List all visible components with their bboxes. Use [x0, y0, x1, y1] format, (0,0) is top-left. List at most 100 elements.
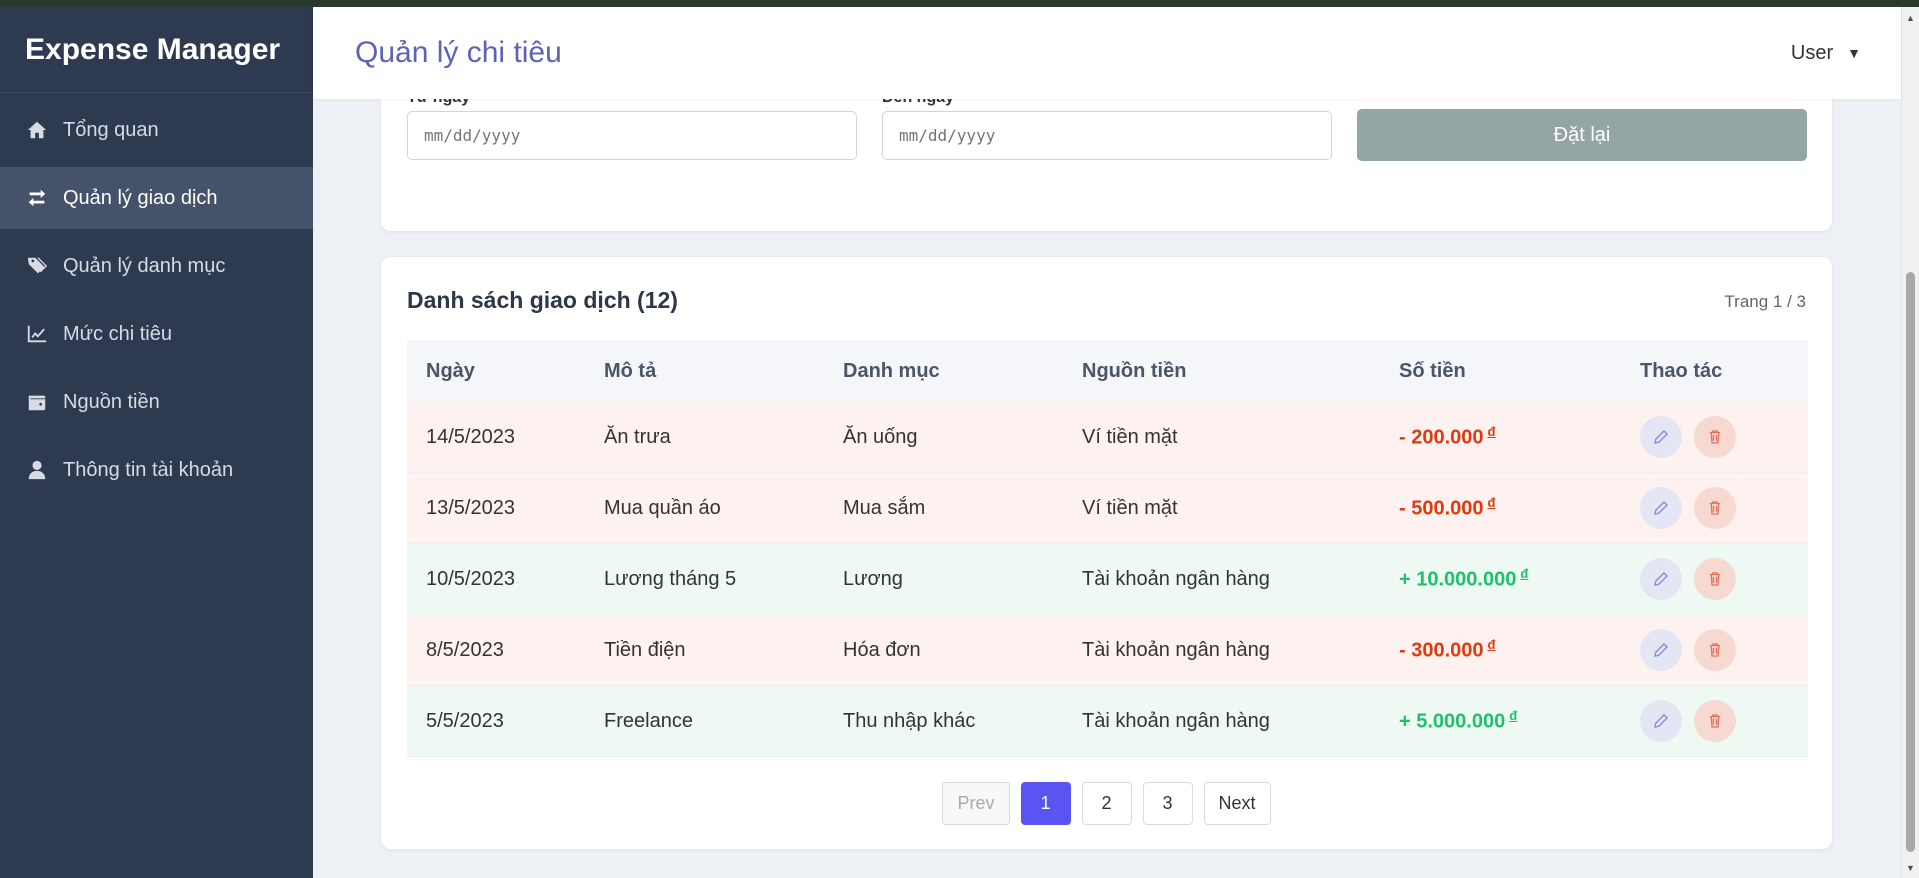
delete-button[interactable] [1694, 629, 1736, 671]
sidebar-item-label: Quản lý danh mục [63, 254, 226, 277]
column-header-category: Danh mục [843, 359, 940, 382]
currency-symbol: đ [1520, 566, 1529, 582]
transactions-table: Ngày Mô tả Danh mục Nguồn tiền Số tiền T… [407, 340, 1808, 757]
to-date-label: Đến ngày [882, 99, 954, 107]
trash-icon [1709, 501, 1721, 515]
transactions-title: Danh sách giao dịch (12) [407, 287, 678, 313]
table-row: 14/5/2023 Ăn trưa Ăn uống Ví tiền mặt - … [407, 402, 1808, 473]
edit-button[interactable] [1640, 487, 1682, 529]
trash-icon [1709, 572, 1721, 586]
page-button-3[interactable]: 3 [1142, 782, 1193, 825]
table-body: 14/5/2023 Ăn trưa Ăn uống Ví tiền mặt - … [407, 402, 1808, 757]
chart-line-icon [25, 322, 49, 346]
amount-value: + 10.000.000 [1399, 568, 1517, 591]
prev-page-button[interactable]: Prev [942, 782, 1010, 825]
table-row: 13/5/2023 Mua quần áo Mua sắm Ví tiền mặ… [407, 473, 1808, 544]
sidebar-item-account-info[interactable]: Thông tin tài khoản [0, 439, 313, 501]
cell-source: Tài khoản ngân hàng [1082, 567, 1270, 590]
sidebar-item-categories[interactable]: Quản lý danh mục [0, 235, 313, 297]
edit-button[interactable] [1640, 629, 1682, 671]
page-title: Quản lý chi tiêu [355, 36, 562, 69]
next-page-button[interactable]: Next [1203, 782, 1271, 825]
sidebar-item-money-sources[interactable]: Nguồn tiền [0, 371, 313, 433]
cell-actions [1621, 629, 1808, 671]
page-button-1[interactable]: 1 [1020, 782, 1071, 825]
sidebar-item-label: Nguồn tiền [63, 390, 160, 413]
window-top-strip [0, 0, 1919, 7]
edit-button[interactable] [1640, 700, 1682, 742]
sidebar-item-label: Thông tin tài khoản [63, 458, 234, 481]
cell-actions [1621, 416, 1808, 458]
sidebar: Expense Manager Tổng quan Quản lý giao d… [0, 7, 313, 878]
trash-icon [1709, 714, 1721, 728]
edit-button[interactable] [1640, 558, 1682, 600]
table-row: 5/5/2023 Freelance Thu nhập khác Tài kho… [407, 686, 1808, 757]
cell-amount: - 300.000 đ [1380, 637, 1621, 663]
cell-description: Tiền điện [604, 638, 686, 661]
cell-category: Lương [843, 567, 903, 590]
table-header: Ngày Mô tả Danh mục Nguồn tiền Số tiền T… [407, 340, 1808, 402]
cell-category: Thu nhập khác [843, 709, 976, 732]
cell-description: Mua quần áo [604, 496, 721, 519]
cell-source: Ví tiền mặt [1082, 425, 1178, 448]
currency-symbol: đ [1487, 495, 1496, 511]
page-scrollbar[interactable]: ▲ ▼ [1901, 7, 1919, 878]
transactions-card: Danh sách giao dịch (12) Trang 1 / 3 Ngà… [381, 257, 1832, 849]
sidebar-item-label: Quản lý giao dịch [63, 186, 218, 209]
cell-source: Tài khoản ngân hàng [1082, 638, 1270, 661]
column-header-amount: Số tiền [1399, 359, 1466, 382]
to-date-input[interactable] [882, 111, 1332, 160]
sidebar-item-spending-limits[interactable]: Mức chi tiêu [0, 303, 313, 365]
trash-icon [1709, 430, 1721, 444]
cell-actions [1621, 558, 1808, 600]
cell-date: 14/5/2023 [426, 425, 515, 448]
column-header-source: Nguồn tiền [1082, 359, 1187, 382]
home-icon [25, 118, 49, 142]
page-indicator: Trang 1 / 3 [1724, 292, 1806, 311]
scrollbar-thumb[interactable] [1906, 272, 1915, 852]
pagination: Prev 1 2 3 Next [381, 782, 1832, 825]
swap-icon [25, 186, 49, 210]
table-row: 10/5/2023 Lương tháng 5 Lương Tài khoản … [407, 544, 1808, 615]
cell-source: Tài khoản ngân hàng [1082, 709, 1270, 732]
tags-icon [25, 254, 49, 278]
currency-symbol: đ [1487, 424, 1496, 440]
pencil-icon [1654, 430, 1668, 444]
top-header: Quản lý chi tiêu User ▼ [313, 7, 1901, 99]
sidebar-item-label: Tổng quan [63, 118, 159, 141]
cell-amount: + 5.000.000 đ [1380, 708, 1621, 734]
cell-description: Lương tháng 5 [604, 567, 737, 590]
cell-category: Ăn uống [843, 425, 918, 448]
delete-button[interactable] [1694, 558, 1736, 600]
pencil-icon [1654, 643, 1668, 657]
edit-button[interactable] [1640, 416, 1682, 458]
user-menu[interactable]: User ▼ [1791, 42, 1861, 65]
column-header-date: Ngày [426, 359, 475, 382]
app-brand: Expense Manager [0, 7, 313, 93]
sidebar-item-overview[interactable]: Tổng quan [0, 99, 313, 161]
delete-button[interactable] [1694, 700, 1736, 742]
cell-amount: - 500.000 đ [1380, 495, 1621, 521]
amount-value: - 500.000 [1399, 497, 1484, 520]
main-content: Từ ngày Đến ngày Đặt lại Danh sách giao … [313, 99, 1901, 878]
wallet-icon [25, 390, 49, 414]
scroll-down-icon[interactable]: ▼ [1902, 859, 1919, 876]
scroll-up-icon[interactable]: ▲ [1902, 9, 1919, 26]
cell-date: 5/5/2023 [426, 709, 504, 732]
from-date-input[interactable] [407, 111, 857, 160]
column-header-description: Mô tả [604, 359, 657, 382]
cell-date: 13/5/2023 [426, 496, 515, 519]
sidebar-item-transactions[interactable]: Quản lý giao dịch [0, 167, 313, 229]
delete-button[interactable] [1694, 416, 1736, 458]
delete-button[interactable] [1694, 487, 1736, 529]
cell-actions [1621, 700, 1808, 742]
amount-value: + 5.000.000 [1399, 710, 1506, 733]
column-header-actions: Thao tác [1640, 359, 1723, 382]
amount-value: - 200.000 [1399, 426, 1484, 449]
cell-date: 10/5/2023 [426, 567, 515, 590]
reset-button[interactable]: Đặt lại [1357, 109, 1807, 161]
pencil-icon [1654, 572, 1668, 586]
page-button-2[interactable]: 2 [1081, 782, 1132, 825]
currency-symbol: đ [1487, 637, 1496, 653]
cell-description: Freelance [604, 709, 693, 732]
